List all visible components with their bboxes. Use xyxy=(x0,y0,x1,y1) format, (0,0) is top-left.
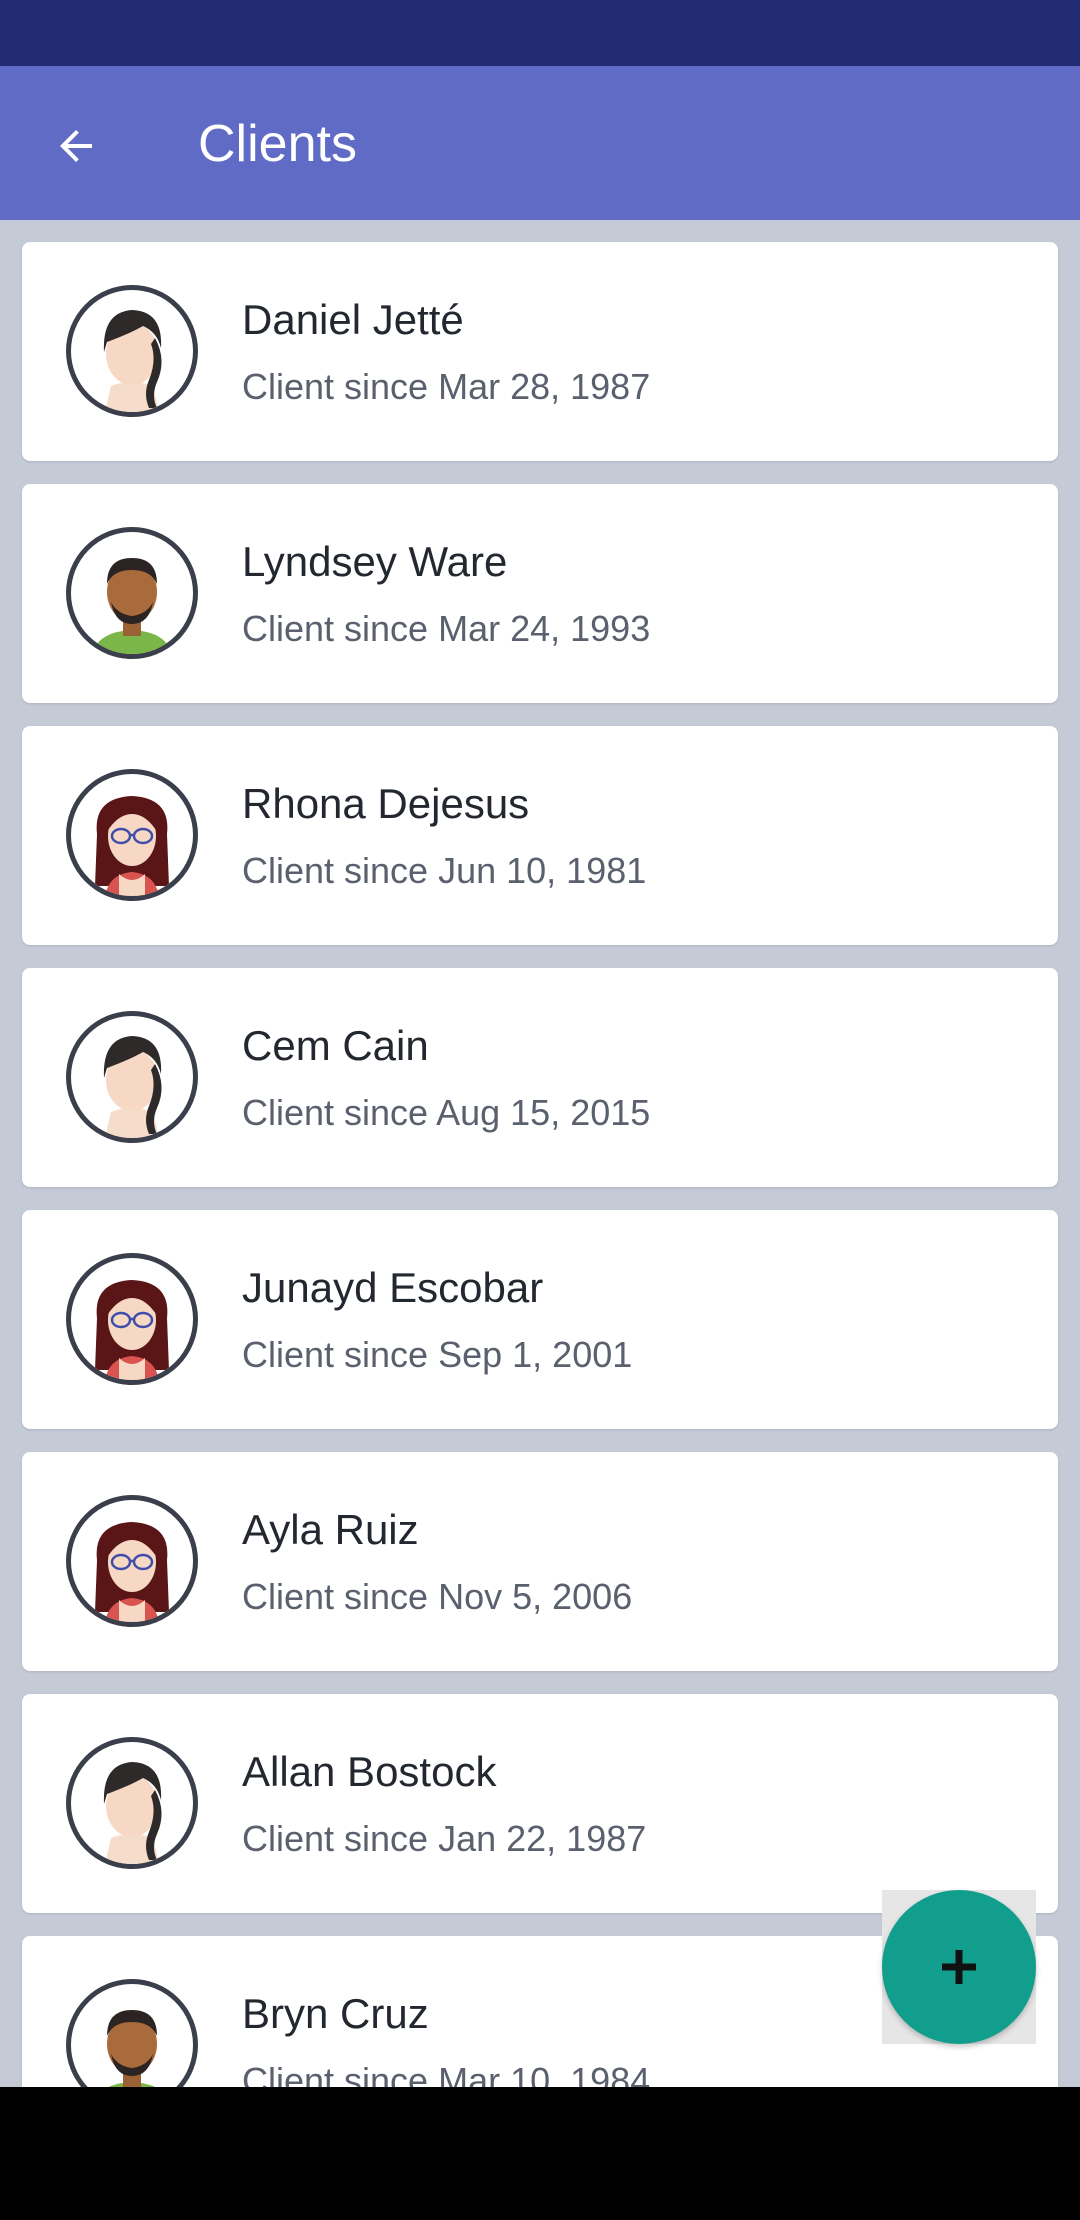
arrow-left-icon xyxy=(60,130,92,162)
client-since: Client since Sep 1, 2001 xyxy=(242,1334,633,1375)
client-card[interactable]: Allan Bostock Client since Jan 22, 1987 xyxy=(22,1694,1058,1913)
client-name: Bryn Cruz xyxy=(242,1990,429,2037)
client-name: Junayd Escobar xyxy=(242,1264,544,1311)
man-beard-avatar xyxy=(66,527,198,659)
client-card[interactable]: Lyndsey Ware Client since Mar 24, 1993 xyxy=(22,484,1058,703)
client-card[interactable]: Ayla Ruiz Client since Nov 5, 2006 xyxy=(22,1452,1058,1671)
client-since: Client since Aug 15, 2015 xyxy=(242,1092,651,1133)
client-card[interactable]: Junayd Escobar Client since Sep 1, 2001 xyxy=(22,1210,1058,1429)
woman-glasses-avatar xyxy=(66,1495,198,1627)
client-since: Client since Mar 28, 1987 xyxy=(242,366,651,407)
woman-glasses-avatar xyxy=(66,1253,198,1385)
client-since: Client since Jan 22, 1987 xyxy=(242,1818,647,1859)
back-button[interactable] xyxy=(36,106,116,186)
client-name: Rhona Dejesus xyxy=(242,780,530,827)
client-card[interactable]: Rhona Dejesus Client since Jun 10, 1981 xyxy=(22,726,1058,945)
client-name: Allan Bostock xyxy=(242,1748,497,1795)
client-since: Client since Mar 24, 1993 xyxy=(242,608,651,649)
client-name: Cem Cain xyxy=(242,1022,429,1069)
client-name: Daniel Jetté xyxy=(242,296,464,343)
page-title: Clients xyxy=(198,115,357,173)
client-name: Lyndsey Ware xyxy=(242,538,508,585)
woman-braid-avatar xyxy=(66,1011,198,1143)
system-nav-bar xyxy=(0,2087,1080,2220)
client-name: Ayla Ruiz xyxy=(242,1506,419,1553)
client-card[interactable]: Cem Cain Client since Aug 15, 2015 xyxy=(22,968,1058,1187)
woman-glasses-avatar xyxy=(66,769,198,901)
client-since: Client since Nov 5, 2006 xyxy=(242,1576,633,1617)
woman-braid-avatar xyxy=(66,285,198,417)
plus-icon xyxy=(942,1950,976,1984)
client-list[interactable]: Daniel Jetté Client since Mar 28, 1987 L… xyxy=(0,220,1080,2087)
status-bar xyxy=(0,0,1080,66)
man-beard-avatar xyxy=(66,1979,198,2087)
woman-braid-avatar xyxy=(66,1737,198,1869)
add-client-button[interactable] xyxy=(882,1890,1036,2044)
client-card[interactable]: Daniel Jetté Client since Mar 28, 1987 xyxy=(22,242,1058,461)
client-since: Client since Jun 10, 1981 xyxy=(242,850,647,891)
client-since: Client since Mar 10, 1984 xyxy=(242,2060,651,2087)
app-bar: Clients xyxy=(0,66,1080,220)
